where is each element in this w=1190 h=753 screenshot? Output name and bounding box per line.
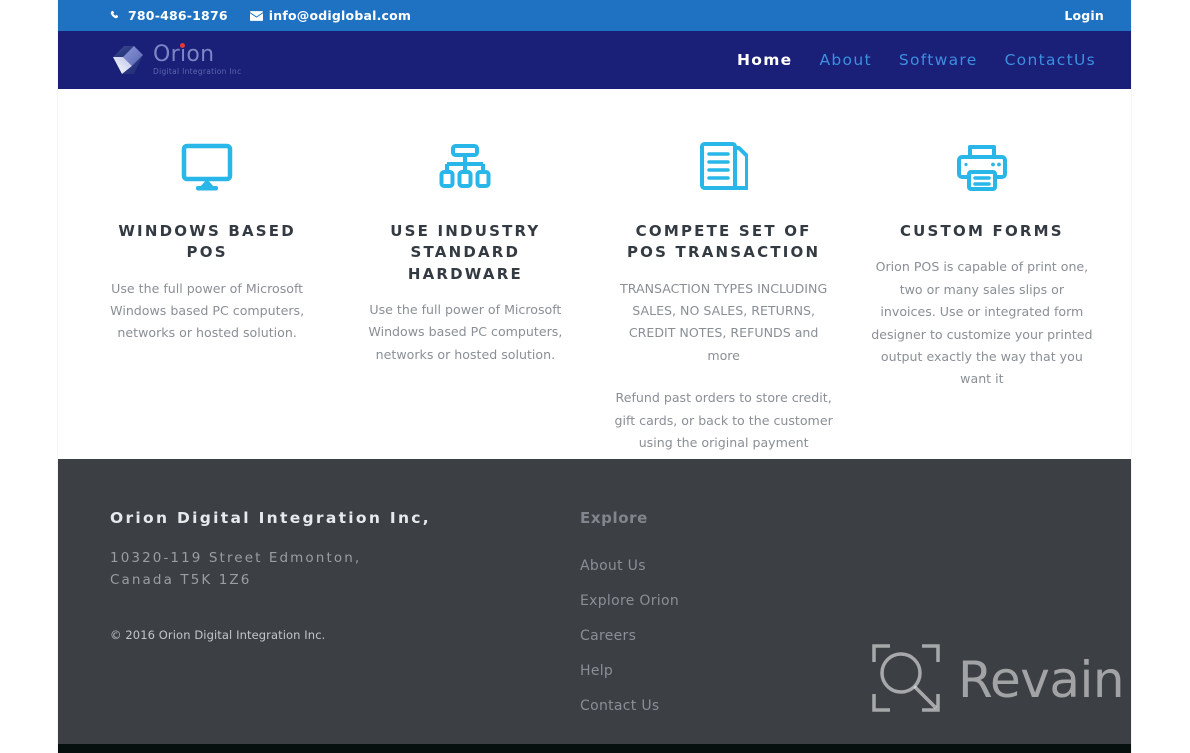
site-footer: Orion Digital Integration Inc, 10320-119…: [58, 459, 1131, 753]
feature-title: USE INDUSTRY STANDARD HARDWARE: [390, 222, 541, 283]
footer-link-explore-orion[interactable]: Explore Orion: [580, 593, 880, 609]
nav-menu: Home About Software ContactUs: [737, 51, 1114, 69]
logo-name-text: Orion: [153, 42, 215, 68]
footer-copyright: © 2016 Orion Digital Integration Inc.: [110, 627, 326, 642]
footer-address-line-1: 10320-119 Street Edmonton,: [110, 550, 362, 566]
topbar-contact-group: 780-486-1876 info@odiglobal.com: [110, 8, 1064, 23]
main-navigation-bar: Orion Digital Integration Inc Home About…: [58, 31, 1131, 89]
feature-title: WINDOWS BASED POS: [118, 222, 296, 262]
feature-paragraph: Use the full power of Microsoft Windows …: [110, 280, 305, 341]
footer-link-careers[interactable]: Careers: [580, 628, 880, 644]
feature-paragraph: Use the full power of Microsoft Windows …: [368, 301, 563, 362]
footer-explore-title: Explore: [580, 509, 648, 527]
envelope-icon: [249, 10, 263, 21]
orion-diamond-logo-icon: [110, 43, 146, 77]
phone-number: 780-486-1876: [128, 8, 228, 23]
phone-icon: [110, 10, 122, 22]
feature-paragraph: Orion POS is capable of print one, two o…: [871, 259, 1093, 387]
nav-item-home[interactable]: Home: [737, 51, 792, 69]
footer-address-line-2: Canada T5K 1Z6: [110, 572, 252, 589]
footer-company-name: Orion Digital Integration Inc,: [110, 509, 431, 527]
logo-tagline-text: Digital Integration Inc: [153, 67, 242, 77]
feature-card-custom-forms: CUSTOM FORMS Orion POS is capable of pri…: [853, 137, 1111, 459]
footer-bottom-strip: [58, 744, 1131, 753]
printer-icon: [871, 137, 1093, 199]
nav-item-about[interactable]: About: [820, 51, 872, 69]
footer-link-help[interactable]: Help: [580, 663, 880, 679]
footer-explore-column: Explore About Us Explore Orion Careers H…: [580, 509, 880, 753]
feature-card-windows-based-pos: WINDOWS BASED POS Use the full power of …: [78, 137, 336, 459]
feature-card-industry-standard-hardware: USE INDUSTRY STANDARD HARDWARE Use the f…: [336, 137, 594, 459]
nav-item-software[interactable]: Software: [899, 51, 978, 69]
footer-link-about-us[interactable]: About Us: [580, 558, 880, 574]
top-utility-bar: 780-486-1876 info@odiglobal.com Login: [58, 0, 1131, 31]
network-hierarchy-icon: [354, 137, 576, 199]
website-viewport: 780-486-1876 info@odiglobal.com Login Or…: [58, 0, 1131, 753]
email-contact[interactable]: info@odiglobal.com: [249, 8, 412, 23]
features-section: WINDOWS BASED POS Use the full power of …: [58, 89, 1131, 472]
footer-company-column: Orion Digital Integration Inc, 10320-119…: [110, 509, 580, 753]
nav-item-contactus[interactable]: ContactUs: [1005, 51, 1096, 69]
footer-address: 10320-119 Street Edmonton, Canada T5K 1Z…: [110, 547, 580, 592]
page-root: 780-486-1876 info@odiglobal.com Login Or…: [0, 0, 1190, 753]
email-address: info@odiglobal.com: [268, 8, 412, 23]
logo-wordmark: Orion Digital Integration Inc: [153, 42, 242, 77]
site-logo[interactable]: Orion Digital Integration Inc: [110, 43, 241, 77]
phone-contact[interactable]: 780-486-1876: [110, 8, 228, 23]
login-button[interactable]: Login: [1064, 8, 1114, 23]
documents-icon: [613, 137, 835, 199]
feature-title: COMPETE SET OF POS TRANSACTION: [626, 222, 821, 262]
monitor-icon: [96, 137, 318, 199]
feature-paragraph: TRANSACTION TYPES INCLUDING SALES, NO SA…: [620, 280, 828, 363]
feature-card-pos-transaction: COMPETE SET OF POS TRANSACTION TRANSACTI…: [595, 137, 853, 472]
feature-title: CUSTOM FORMS: [899, 222, 1064, 240]
footer-link-contact-us[interactable]: Contact Us: [580, 698, 880, 714]
